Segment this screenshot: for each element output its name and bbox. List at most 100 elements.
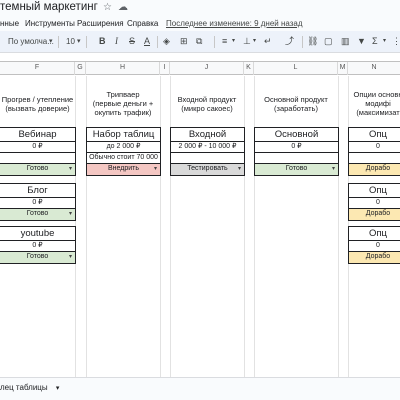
card-empty-cell[interactable] bbox=[255, 153, 338, 164]
menu-help[interactable]: Справка bbox=[127, 19, 158, 28]
card-title[interactable]: Блог bbox=[0, 184, 75, 198]
horizontal-align-icon[interactable]: ≡ bbox=[222, 35, 227, 48]
filter-icon[interactable]: ▼ bbox=[357, 35, 366, 48]
card-youtube: youtube 0 ₽ Готово ▾ bbox=[0, 226, 76, 264]
card-title[interactable]: Опц bbox=[349, 227, 400, 241]
fill-color-icon[interactable]: ◈ bbox=[163, 35, 170, 48]
sheet-tab[interactable]: лец таблицы ▾ bbox=[0, 383, 59, 392]
strikethrough-icon[interactable]: S bbox=[129, 35, 135, 48]
card-note[interactable]: Обычно стоит 70 000 bbox=[87, 153, 160, 164]
card-price[interactable]: 0 ₽ bbox=[0, 198, 75, 209]
column-header-i[interactable]: I bbox=[160, 62, 170, 75]
status-label: Внедрить bbox=[107, 165, 139, 172]
text-color-icon[interactable]: A bbox=[144, 35, 150, 48]
font-size-select[interactable]: 10 bbox=[66, 35, 75, 48]
chevron-down-icon: ▾ bbox=[237, 166, 241, 172]
status-dropdown[interactable]: Тестировать ▾ bbox=[171, 164, 244, 175]
column-header-l[interactable]: L bbox=[254, 62, 338, 75]
card-title[interactable]: Вебинар bbox=[0, 128, 75, 142]
italic-icon[interactable]: I bbox=[115, 35, 118, 48]
status-label: Дорабо bbox=[365, 253, 391, 260]
card-price[interactable]: до 2 000 ₽ bbox=[87, 142, 160, 153]
status-dropdown[interactable]: Готово ▾ bbox=[0, 252, 75, 263]
card-main-product: Основной 0 ₽ Готово ▾ bbox=[254, 127, 339, 176]
chevron-down-icon: ▾ bbox=[153, 166, 157, 172]
card-price[interactable]: 0 bbox=[349, 142, 400, 153]
font-family-select[interactable]: По умолча... bbox=[8, 35, 54, 48]
functions-icon[interactable]: Σ bbox=[372, 35, 378, 48]
chevron-down-icon: ▾ bbox=[68, 211, 72, 217]
sheet-grid[interactable]: Прогрев / утепление (вызвать доверие) Тр… bbox=[0, 76, 400, 377]
menu-extensions[interactable]: Расширения bbox=[77, 19, 124, 28]
title-bar: темный маркетинг ☆ ☁ bbox=[0, 0, 400, 18]
card-empty-cell[interactable] bbox=[171, 153, 244, 164]
card-price[interactable]: 0 bbox=[349, 241, 400, 252]
status-dropdown[interactable]: Дорабо bbox=[349, 209, 400, 220]
status-label: Готово bbox=[26, 253, 49, 260]
column-header-k[interactable]: K bbox=[244, 62, 254, 75]
borders-icon[interactable]: ⊞ bbox=[180, 35, 188, 48]
chevron-down-icon[interactable]: ▾ bbox=[56, 385, 60, 392]
text-rotation-icon[interactable]: ⤴ bbox=[285, 35, 294, 48]
chevron-down-icon[interactable]: ▾ bbox=[77, 35, 81, 48]
more-icon[interactable]: ⋮ bbox=[392, 35, 400, 48]
card-price[interactable]: 0 ₽ bbox=[255, 142, 338, 153]
toolbar-divider bbox=[302, 36, 303, 48]
card-title[interactable]: Опц bbox=[349, 128, 400, 142]
card-title[interactable]: Входной bbox=[171, 128, 244, 142]
card-webinar: Вебинар 0 ₽ Готово ▾ bbox=[0, 127, 76, 176]
chevron-down-icon: ▾ bbox=[68, 166, 72, 172]
gridline bbox=[160, 76, 161, 377]
status-label: Дорабо bbox=[365, 210, 391, 217]
link-icon[interactable]: ⛓ bbox=[307, 35, 318, 48]
heading-tripwire: Трипваер (первые деньги + окупить трафик… bbox=[92, 90, 154, 117]
chevron-down-icon[interactable]: ▾ bbox=[253, 35, 256, 48]
star-icon[interactable]: ☆ bbox=[103, 3, 112, 13]
chevron-down-icon: ▾ bbox=[68, 254, 72, 260]
menu-tools[interactable]: Инструменты bbox=[25, 19, 75, 28]
column-header-g[interactable]: G bbox=[75, 62, 86, 75]
column-headers: F G H I J K L M N bbox=[0, 61, 400, 75]
status-label: Готово bbox=[26, 210, 49, 217]
status-dropdown[interactable]: Готово ▾ bbox=[0, 209, 75, 220]
status-label: Готово bbox=[285, 165, 308, 172]
comment-icon[interactable]: ▢ bbox=[324, 35, 333, 48]
toolbar-divider bbox=[157, 36, 158, 48]
chevron-down-icon[interactable]: ▾ bbox=[232, 35, 235, 48]
menu-bar: нные Инструменты Расширения Справка Посл… bbox=[0, 18, 400, 31]
status-dropdown[interactable]: Дорабо bbox=[349, 164, 400, 175]
status-dropdown[interactable]: Готово ▾ bbox=[0, 164, 75, 175]
card-title[interactable]: Набор таблиц bbox=[87, 128, 160, 142]
column-header-m[interactable]: M bbox=[338, 62, 348, 75]
vertical-align-icon[interactable]: ⊥ bbox=[243, 35, 251, 48]
text-wrap-icon[interactable]: ↵ bbox=[264, 35, 272, 48]
status-label: Тестировать bbox=[187, 165, 228, 172]
column-header-h[interactable]: H bbox=[86, 62, 160, 75]
card-empty-cell[interactable] bbox=[0, 153, 75, 164]
status-dropdown[interactable]: Дорабо bbox=[349, 252, 400, 263]
document-title[interactable]: темный маркетинг bbox=[0, 1, 98, 13]
card-title[interactable]: youtube bbox=[0, 227, 75, 241]
chart-icon[interactable]: ▥ bbox=[341, 35, 350, 48]
menu-data[interactable]: нные bbox=[0, 19, 19, 28]
column-header-n[interactable]: N bbox=[348, 62, 400, 75]
column-header-j[interactable]: J bbox=[170, 62, 244, 75]
status-dropdown[interactable]: Готово ▾ bbox=[255, 164, 338, 175]
chevron-down-icon[interactable]: ▾ bbox=[383, 35, 386, 48]
card-title[interactable]: Основной bbox=[255, 128, 338, 142]
merge-cells-icon[interactable]: ⧉ bbox=[196, 35, 202, 48]
card-price[interactable]: 0 bbox=[349, 198, 400, 209]
card-entry-product: Входной 2 000 ₽ - 10 000 ₽ Тестировать ▾ bbox=[170, 127, 245, 176]
card-price[interactable]: 2 000 ₽ - 10 000 ₽ bbox=[171, 142, 244, 153]
toolbar-divider bbox=[86, 36, 87, 48]
last-edit-link[interactable]: Последнее изменение: 9 дней назад bbox=[166, 19, 303, 28]
bold-icon[interactable]: B bbox=[99, 35, 106, 48]
card-title[interactable]: Опц bbox=[349, 184, 400, 198]
chevron-down-icon[interactable]: ▾ bbox=[49, 35, 53, 48]
card-price[interactable]: 0 ₽ bbox=[0, 142, 75, 153]
card-empty-cell[interactable] bbox=[349, 153, 400, 164]
column-header-f[interactable]: F bbox=[0, 62, 75, 75]
cloud-icon[interactable]: ☁ bbox=[118, 3, 128, 13]
card-price[interactable]: 0 ₽ bbox=[0, 241, 75, 252]
status-dropdown[interactable]: Внедрить ▾ bbox=[87, 164, 160, 175]
